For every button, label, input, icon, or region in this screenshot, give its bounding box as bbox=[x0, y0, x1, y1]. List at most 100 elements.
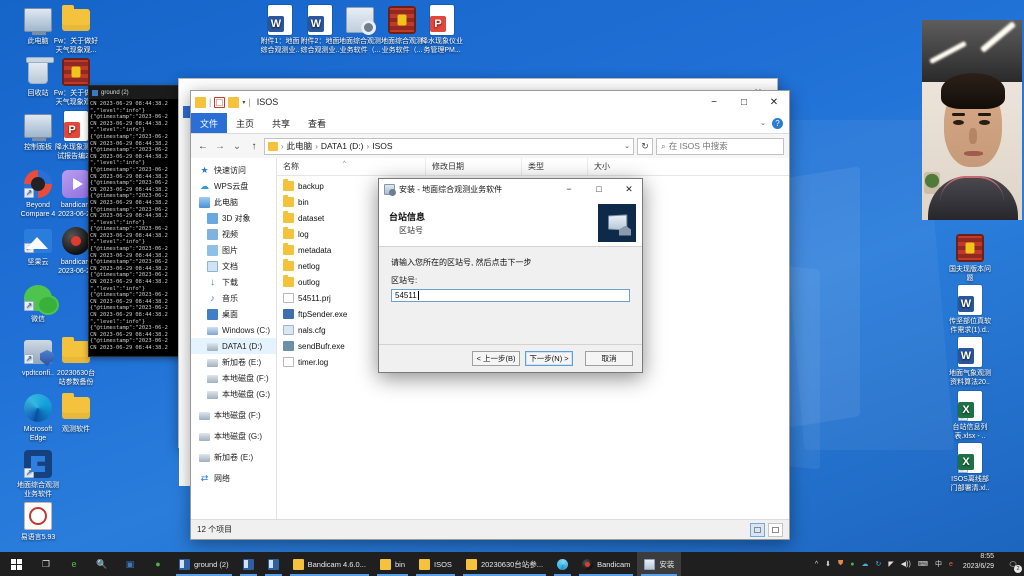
volume-icon[interactable]: ◀)) bbox=[901, 560, 911, 568]
taskbar-app-button[interactable]: bin bbox=[373, 552, 412, 576]
sidebar-item-本地磁盘f[interactable]: 本地磁盘 (F:) bbox=[191, 407, 276, 423]
back-button[interactable]: < 上一步(B) bbox=[472, 351, 520, 366]
desktop-icon[interactable]: ↗ ISOS离线部 门部署清.xl.. bbox=[940, 442, 1000, 493]
desktop-icon[interactable]: ↗ 地面综合观测 业务软件 bbox=[8, 448, 68, 499]
sidebar-item-文档[interactable]: 文档 bbox=[191, 258, 276, 274]
explorer-address-bar[interactable]: ← → ⌄ ↑ › 此电脑 › DATA1 (D:) › ISOS ⌄ ↻ ⌕ … bbox=[191, 134, 789, 158]
taskbar-app-button[interactable]: Bandicam 4.6.0... bbox=[286, 552, 373, 576]
folder-icon[interactable] bbox=[195, 96, 206, 108]
taskbar-app-button[interactable]: Bandicam bbox=[575, 552, 637, 576]
search-input[interactable]: ⌕ 在 ISOS 中搜索 bbox=[656, 137, 784, 155]
sidebar-item-本地磁盘g[interactable]: 本地磁盘 (G:) bbox=[191, 428, 276, 444]
usb-icon[interactable]: ⬇ bbox=[825, 560, 831, 568]
app-green-icon[interactable]: ● bbox=[144, 552, 172, 576]
help-icon[interactable]: ? bbox=[772, 117, 783, 129]
ribbon-collapse-icon[interactable]: ⌄ bbox=[760, 119, 766, 127]
sidebar-item-windowsc[interactable]: Windows (C:) bbox=[191, 322, 276, 338]
taskbar-app-button[interactable] bbox=[261, 552, 286, 576]
breadcrumb-dropdown-icon[interactable]: ⌄ bbox=[624, 142, 630, 150]
sidebar-item-3d对象[interactable]: 3D 对象 bbox=[191, 210, 276, 226]
desktop-icon[interactable]: 易语言5.93 bbox=[8, 500, 68, 543]
back-icon[interactable]: ← bbox=[196, 141, 210, 152]
breadcrumb[interactable]: › 此电脑 › DATA1 (D:) › ISOS ⌄ bbox=[264, 137, 634, 155]
explorer-maximize-button[interactable]: □ bbox=[729, 91, 759, 113]
sidebar-item-本地磁盘f[interactable]: 本地磁盘 (F:) bbox=[191, 370, 276, 386]
quick-access-toolbar[interactable]: | ▾ | bbox=[195, 96, 251, 108]
explorer-close-button[interactable]: ✕ bbox=[759, 91, 789, 113]
forward-icon[interactable]: → bbox=[213, 141, 227, 152]
taskbar-pinned-icons[interactable]: ❐ e 🔍 ▣ ● bbox=[32, 552, 172, 576]
explorer-titlebar[interactable]: | ▾ | ISOS − □ ✕ bbox=[191, 91, 789, 113]
breadcrumb-item-2[interactable]: ISOS bbox=[372, 141, 392, 151]
desktop-icon[interactable]: 降水现象仪业 务管理PM... bbox=[412, 4, 472, 55]
column-header-size[interactable]: 大小 bbox=[587, 158, 649, 175]
desktop-icon[interactable]: ↗ 微信 bbox=[8, 282, 68, 325]
sidebar-item-图片[interactable]: 图片 bbox=[191, 242, 276, 258]
column-header-date[interactable]: 修改日期 bbox=[425, 158, 521, 175]
input-icon[interactable]: ⌨ bbox=[918, 560, 928, 568]
edge-icon[interactable]: e bbox=[60, 552, 88, 576]
column-header-type[interactable]: 类型 bbox=[521, 158, 587, 175]
setup-maximize-button[interactable]: □ bbox=[586, 179, 612, 199]
taskbar-app-button[interactable] bbox=[550, 552, 575, 576]
sidebar-item-本地磁盘g[interactable]: 本地磁盘 (G:) bbox=[191, 386, 276, 402]
system-tray[interactable]: ^ ⬇ ⛊ ● ☁ ↻ ◤ ◀)) ⌨ 中 e bbox=[815, 552, 959, 576]
sidebar-item-此电脑[interactable]: 此电脑 bbox=[191, 194, 276, 210]
browser-icon[interactable]: e bbox=[949, 561, 953, 568]
sidebar-item-音乐[interactable]: ♪ 音乐 bbox=[191, 290, 276, 306]
new-folder-icon[interactable] bbox=[228, 96, 240, 108]
desktop-icon[interactable]: 观测软件 bbox=[46, 392, 106, 435]
chevron-down-icon[interactable]: ▾ bbox=[242, 99, 245, 106]
next-button[interactable]: 下一步(N) > bbox=[525, 351, 573, 366]
cancel-button[interactable]: 取消 bbox=[585, 351, 633, 366]
setup-dialog[interactable]: 安装 - 地面综合观测业务软件 − □ ✕ 台站信息 区站号 请输入您所在的区站… bbox=[378, 178, 643, 373]
tab-file[interactable]: 文件 bbox=[191, 113, 228, 133]
notification-center-button[interactable]: 🗨 2 bbox=[1002, 552, 1024, 576]
desktop-icon[interactable]: 国夫现版本问 题 bbox=[940, 232, 1000, 283]
recent-locations-icon[interactable]: ⌄ bbox=[230, 141, 244, 152]
desktop-icon[interactable]: 传坚部位真软 件需求(1).d.. bbox=[940, 284, 1000, 335]
search-icon[interactable]: 🔍 bbox=[88, 552, 116, 576]
ime-icon[interactable]: 中 bbox=[935, 559, 942, 569]
explorer-ribbon-tabs[interactable]: 文件 主页 共享 查看 ⌄ ? bbox=[191, 113, 789, 134]
setup-dialog-titlebar[interactable]: 安装 - 地面综合观测业务软件 − □ ✕ bbox=[379, 179, 642, 199]
sidebar-item-新加卷e[interactable]: 新加卷 (E:) bbox=[191, 354, 276, 370]
sidebar-item-wps云盘[interactable]: ☁ WPS云盘 bbox=[191, 178, 276, 194]
security-icon[interactable]: ⛊ bbox=[838, 560, 843, 568]
terminal-icon[interactable]: ▣ bbox=[116, 552, 144, 576]
app-icon[interactable]: ● bbox=[850, 561, 854, 568]
refresh-button[interactable]: ↻ bbox=[637, 137, 653, 155]
sidebar-item-下载[interactable]: ↓ 下载 bbox=[191, 274, 276, 290]
sidebar-item-新加卷e[interactable]: 新加卷 (E:) bbox=[191, 449, 276, 465]
sidebar-item-网络[interactable]: ⇄ 网络 bbox=[191, 470, 276, 486]
chevron-up-icon[interactable]: ^ bbox=[815, 561, 818, 568]
navigation-pane[interactable]: ★ 快速访问 ☁ WPS云盘 此电脑 3D 对象 视频 图片 文档 ↓ 下载 ♪ 音乐 桌面 Windows… bbox=[191, 158, 277, 519]
task-view-icon[interactable]: ❐ bbox=[32, 552, 60, 576]
onedrive-icon[interactable]: ☁ bbox=[862, 560, 869, 568]
large-icons-view-button[interactable] bbox=[768, 522, 783, 537]
taskbar-app-button[interactable]: 安装 bbox=[637, 552, 682, 576]
desktop-icon[interactable]: 地面气象观测 资料算法20.. bbox=[940, 336, 1000, 387]
desktop-icon[interactable]: ↗ 台站信息列 表.xlsx - .. bbox=[940, 390, 1000, 441]
start-button[interactable] bbox=[0, 552, 32, 576]
terminal-titlebar[interactable]: ground (2) bbox=[89, 86, 192, 99]
sidebar-item-data1d[interactable]: DATA1 (D:) bbox=[191, 338, 276, 354]
breadcrumb-item-1[interactable]: DATA1 (D:) bbox=[321, 141, 364, 151]
tab-share[interactable]: 共享 bbox=[263, 113, 299, 133]
sidebar-item-视频[interactable]: 视频 bbox=[191, 226, 276, 242]
taskbar[interactable]: ❐ e 🔍 ▣ ● ground (2) Bandicam 4.6.0... bin ISOS… bbox=[0, 552, 1024, 576]
details-view-button[interactable] bbox=[750, 522, 765, 537]
column-header-name[interactable]: 名称 ^ bbox=[277, 158, 425, 175]
properties-icon[interactable] bbox=[214, 96, 226, 108]
up-icon[interactable]: ↑ bbox=[247, 141, 261, 152]
desktop-icon[interactable]: Fw：关于做好 天气现象观... bbox=[46, 4, 106, 55]
tab-home[interactable]: 主页 bbox=[227, 113, 263, 133]
sidebar-item-快速访问[interactable]: ★ 快速访问 bbox=[191, 162, 276, 178]
breadcrumb-item-0[interactable]: 此电脑 bbox=[287, 140, 313, 152]
taskbar-app-button[interactable]: ISOS bbox=[412, 552, 459, 576]
setup-close-button[interactable]: ✕ bbox=[616, 179, 642, 199]
sidebar-item-桌面[interactable]: 桌面 bbox=[191, 306, 276, 322]
taskbar-app-button[interactable]: ground (2) bbox=[172, 552, 236, 576]
taskbar-app-buttons[interactable]: ground (2) Bandicam 4.6.0... bin ISOS 202306… bbox=[172, 552, 682, 576]
station-number-input[interactable]: 54511 bbox=[391, 289, 630, 302]
